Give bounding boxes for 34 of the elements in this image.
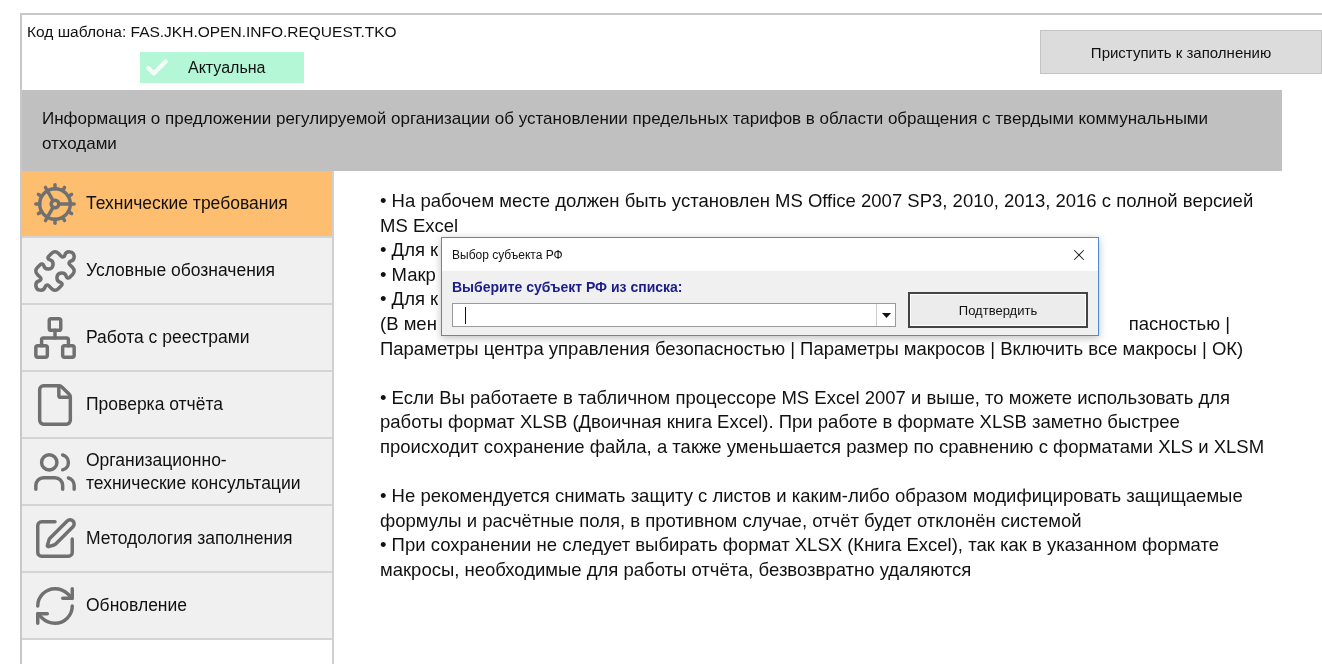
report-title-banner: Информация о предложении регулируемой организации об установлении предельных тарифов в области обращения с твердыми коммунальными отходами xyxy=(22,90,1282,171)
content-text: • На рабочем месте должен быть установлен MS Office 2007 SP3, 2010, 2013, 2016 с полной версией xyxy=(380,189,1254,213)
status-badge: Актуальна xyxy=(140,52,304,83)
dialog-title: Выбор субъекта РФ xyxy=(452,247,563,262)
region-combobox[interactable] xyxy=(452,303,896,327)
content-text: • Не рекомендуется снимать защиту с листов и каким-либо образом модифицировать защищаемые xyxy=(380,484,1243,509)
confirm-button[interactable]: Подтвердить xyxy=(908,292,1088,328)
content-text: макросы, необходимые для работы отчёта, безвозвратно удаляются xyxy=(380,557,972,582)
puzzle-icon xyxy=(32,247,78,294)
sidebar-item[interactable]: Проверка отчёта xyxy=(22,372,332,439)
content-text: работы формат XLSB (Двоичная книга Excel). При работе в формате XLSB заметно быстрее xyxy=(380,410,1180,435)
content-text: • Для к xyxy=(380,287,439,312)
content-text: Параметры центра управления безопасностью | Параметры макросов | Включить все макросы | ОК) xyxy=(380,336,1244,361)
gears-icon xyxy=(32,180,78,227)
hierarchy-icon xyxy=(32,314,78,361)
content-text: • Для к xyxy=(380,238,439,263)
start-filling-button[interactable]: Приступить к заполнению xyxy=(1040,30,1322,74)
sidebar-item[interactable]: Технические требования xyxy=(22,171,332,238)
content-text: • Макр xyxy=(380,262,436,287)
sidebar-item[interactable]: Организационно-технические консультации xyxy=(22,439,332,506)
sidebar-item[interactable]: Условные обозначения xyxy=(22,238,332,305)
content-text: • При сохранении не следует выбирать формат XLSX (Книга Excel), так как в указанном формате xyxy=(380,533,1220,558)
content-text: формулы и расчётные поля, в противном случае, отчёт будет отклонён системой xyxy=(380,508,1082,533)
content-text: MS Excel xyxy=(380,213,459,238)
sidebar-item[interactable]: Методология заполнения xyxy=(22,506,332,573)
sidebar-item[interactable]: Обновление xyxy=(22,573,332,640)
content-text: • Если Вы работаете в табличном процессоре MS Excel 2007 и выше, то можете использовать для xyxy=(380,385,1231,410)
dropdown-arrow-icon xyxy=(881,312,891,318)
dialog-label: Выберите субъект РФ из списка: xyxy=(452,279,684,295)
sidebar-item[interactable]: Работа с реестрами xyxy=(22,305,332,372)
content-text: (В мен xyxy=(380,311,437,336)
template-code: Код шаблона: FAS.JKH.OPEN.INFO.REQUEST.TKO xyxy=(27,23,397,41)
content-text: происходит сохранение файла, а также уменьшается размер по сравнению с форматами XLS и XLSM xyxy=(380,434,1265,459)
content-text: пасностью | xyxy=(1128,311,1230,336)
